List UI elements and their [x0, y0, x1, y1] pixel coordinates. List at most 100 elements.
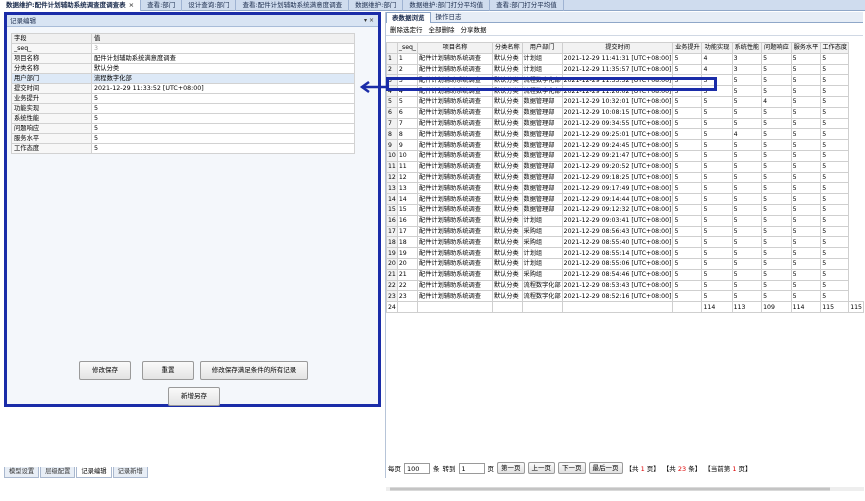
table-cell[interactable]: 5: [731, 268, 763, 281]
table-cell[interactable]: 默认分类: [492, 106, 523, 119]
table-cell[interactable]: 默认分类: [492, 63, 523, 76]
table-cell[interactable]: 22: [396, 279, 419, 292]
table-cell[interactable]: 5: [731, 117, 763, 130]
table-cell[interactable]: 9: [396, 139, 419, 151]
column-header[interactable]: 服务水平: [790, 42, 822, 54]
table-cell[interactable]: 默认分类: [492, 193, 523, 205]
doc-tab[interactable]: 数据维护:部门打分平均值: [403, 0, 491, 11]
table-cell[interactable]: 计划组: [521, 247, 563, 259]
table-cell[interactable]: 5: [761, 149, 792, 162]
table-cell[interactable]: 8: [396, 128, 419, 141]
table-cell[interactable]: 5: [761, 160, 792, 173]
table-cell[interactable]: 数据管理部: [521, 160, 563, 173]
table-cell[interactable]: 5: [820, 203, 850, 216]
table-cell[interactable]: 5: [820, 95, 850, 108]
table-cell[interactable]: 采购组: [521, 236, 563, 249]
table-cell[interactable]: 5: [790, 128, 822, 141]
table-cell[interactable]: 默认分类: [492, 128, 523, 141]
table-cell[interactable]: 计划组: [521, 214, 563, 227]
field-row[interactable]: 提交时间 2021-12-29 11:33:52 [UTC+08:00]: [11, 83, 355, 94]
table-row[interactable]: 13 13 配件计划辅助系统调查 默认分类 数据管理部 2021-12-29 09:17:…: [386, 182, 864, 195]
table-cell[interactable]: 5: [761, 139, 792, 151]
delete-all-button[interactable]: 全部删除: [429, 24, 455, 34]
table-cell[interactable]: 数据管理部: [521, 117, 563, 130]
table-cell[interactable]: 5: [701, 257, 733, 270]
table-cell[interactable]: 5: [701, 214, 733, 227]
table-cell[interactable]: 5: [731, 149, 763, 162]
table-cell[interactable]: 5: [761, 268, 792, 281]
table-cell[interactable]: 5: [672, 171, 703, 184]
table-cell[interactable]: 5: [672, 160, 703, 173]
table-cell[interactable]: 配件计划辅助系统调查: [417, 268, 493, 281]
field-value-input[interactable]: 配件计划辅助系统满意度调查: [91, 53, 355, 64]
table-cell[interactable]: 5: [731, 193, 763, 205]
table-cell[interactable]: 默认分类: [492, 247, 523, 259]
doc-tab[interactable]: 设计查询:部门: [182, 0, 237, 11]
table-cell[interactable]: 数据管理部: [521, 139, 563, 151]
table-cell[interactable]: 5: [790, 225, 822, 238]
table-cell[interactable]: 2021-12-29 11:35:57 [UTC+08:00]: [561, 63, 674, 76]
table-cell[interactable]: 5: [790, 182, 822, 195]
table-cell[interactable]: 20: [396, 257, 419, 270]
table-cell[interactable]: 配件计划辅助系统调查: [417, 203, 493, 216]
table-cell[interactable]: 配件计划辅助系统调查: [417, 117, 493, 130]
table-cell[interactable]: 5: [672, 225, 703, 238]
left-bottom-tab[interactable]: 记录新增: [112, 467, 148, 478]
table-cell[interactable]: 17: [396, 225, 419, 238]
table-cell[interactable]: 2021-12-29 09:14:44 [UTC+08:00]: [561, 193, 674, 205]
column-header[interactable]: 工作态度: [820, 42, 850, 54]
column-header[interactable]: 提交时间: [561, 42, 674, 54]
table-cell[interactable]: 5: [731, 257, 763, 270]
table-cell[interactable]: 5: [790, 236, 822, 249]
table-row[interactable]: 12 12 配件计划辅助系统调查 默认分类 数据管理部 2021-12-29 09:18:…: [386, 171, 864, 184]
table-cell[interactable]: 5: [731, 74, 763, 87]
table-cell[interactable]: 5: [731, 160, 763, 173]
table-cell[interactable]: 2021-12-29 08:55:40 [UTC+08:00]: [561, 236, 674, 249]
table-cell[interactable]: 配件计划辅助系统调查: [417, 171, 493, 184]
table-cell[interactable]: 5: [790, 95, 822, 108]
table-cell[interactable]: 5: [672, 63, 703, 76]
table-cell[interactable]: 5: [672, 257, 703, 270]
table-cell[interactable]: 5: [701, 117, 733, 130]
table-cell[interactable]: 5: [701, 236, 733, 249]
table-cell[interactable]: 13: [396, 182, 419, 195]
field-row[interactable]: 项目名称 配件计划辅助系统满意度调查: [11, 53, 355, 64]
table-cell[interactable]: 数据管理部: [521, 193, 563, 205]
table-cell[interactable]: 15: [396, 203, 419, 216]
field-row[interactable]: 功能实现 5: [11, 103, 355, 114]
table-cell[interactable]: 5: [790, 149, 822, 162]
table-cell[interactable]: 5: [731, 290, 763, 303]
table-cell[interactable]: 5: [672, 236, 703, 249]
doc-tab[interactable]: 查看:部门打分平均值: [490, 0, 564, 11]
table-cell[interactable]: 5: [761, 279, 792, 292]
table-cell[interactable]: 5: [731, 203, 763, 216]
field-value-input[interactable]: 5: [91, 133, 355, 144]
field-row[interactable]: 业务提升 5: [11, 93, 355, 104]
table-cell[interactable]: 5: [790, 193, 822, 205]
table-cell[interactable]: 5: [761, 117, 792, 130]
table-cell[interactable]: 2021-12-29 08:54:46 [UTC+08:00]: [561, 268, 674, 281]
table-cell[interactable]: 5: [761, 128, 792, 141]
table-cell[interactable]: 5: [790, 74, 822, 87]
table-row[interactable]: 18 18 配件计划辅助系统调查 默认分类 采购组 2021-12-29 08:55:40…: [386, 236, 864, 249]
left-bottom-tab[interactable]: 层级配置: [40, 467, 76, 478]
table-cell[interactable]: 数据管理部: [521, 203, 563, 216]
field-value-input[interactable]: 5: [91, 103, 355, 114]
table-cell[interactable]: 配件计划辅助系统调查: [417, 160, 493, 173]
doc-tab[interactable]: 查看:部门: [141, 0, 183, 11]
table-row[interactable]: 16 16 配件计划辅助系统调查 默认分类 计划组 2021-12-29 09:03:41…: [386, 214, 864, 227]
column-header[interactable]: 问题响应: [761, 42, 792, 54]
table-row[interactable]: 19 19 配件计划辅助系统调查 默认分类 计划组 2021-12-29 08:55:14…: [386, 247, 864, 259]
table-row[interactable]: 23 23 配件计划辅助系统调查 默认分类 流程数字化部 2021-12-29 08:52…: [386, 290, 864, 303]
table-cell[interactable]: 11: [396, 160, 419, 173]
table-cell[interactable]: 5: [790, 268, 822, 281]
table-cell[interactable]: 5: [790, 247, 822, 259]
table-cell[interactable]: 默认分类: [492, 290, 523, 303]
table-cell[interactable]: 配件计划辅助系统调查: [417, 257, 493, 270]
table-cell[interactable]: 5: [701, 160, 733, 173]
table-cell[interactable]: 配件计划辅助系统调查: [417, 236, 493, 249]
table-cell[interactable]: 5: [820, 171, 850, 184]
table-cell[interactable]: 默认分类: [492, 268, 523, 281]
table-cell[interactable]: 5: [672, 52, 703, 65]
table-cell[interactable]: 2021-12-29 09:20:52 [UTC+08:00]: [561, 160, 674, 173]
